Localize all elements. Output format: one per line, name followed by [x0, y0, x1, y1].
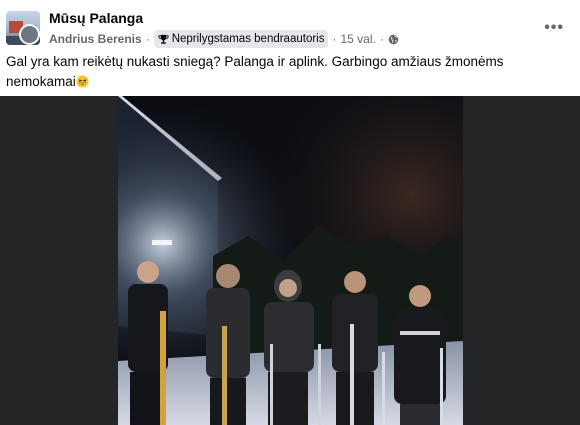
person-2 [206, 264, 250, 425]
person-1 [128, 261, 168, 425]
meta-separator: · [379, 32, 384, 46]
post-media[interactable] [0, 96, 580, 425]
contributor-badge[interactable]: Neprilygstamas bendraautoris [153, 30, 329, 48]
author-name-link[interactable]: Andrius Berenis [49, 32, 142, 46]
trophy-icon [158, 34, 169, 44]
group-name-link[interactable]: Mūsų Palanga [49, 10, 143, 26]
group-avatar[interactable] [6, 11, 40, 45]
post-photo[interactable] [118, 96, 463, 425]
post-time-link[interactable]: 15 val. [340, 32, 375, 46]
meta-separator: · [332, 32, 337, 46]
badge-label: Neprilygstamas bendraautoris [171, 33, 325, 45]
facebook-post: Mūsų Palanga Andrius Berenis · Neprilygs… [0, 0, 580, 425]
floodlight [152, 240, 172, 245]
more-options-icon[interactable]: ••• [544, 19, 564, 37]
grinning-emoji-icon [76, 75, 89, 88]
author-avatar[interactable] [19, 24, 40, 45]
globe-icon[interactable] [388, 34, 399, 45]
post-meta: Andrius Berenis · Neprilygstamas bendraa… [49, 30, 399, 48]
meta-separator: · [145, 32, 150, 46]
caption-line-1: Gal yra kam reikėtų nukasti sniegą? Pala… [6, 52, 572, 92]
post-header: Mūsų Palanga Andrius Berenis · Neprilygs… [6, 9, 580, 49]
